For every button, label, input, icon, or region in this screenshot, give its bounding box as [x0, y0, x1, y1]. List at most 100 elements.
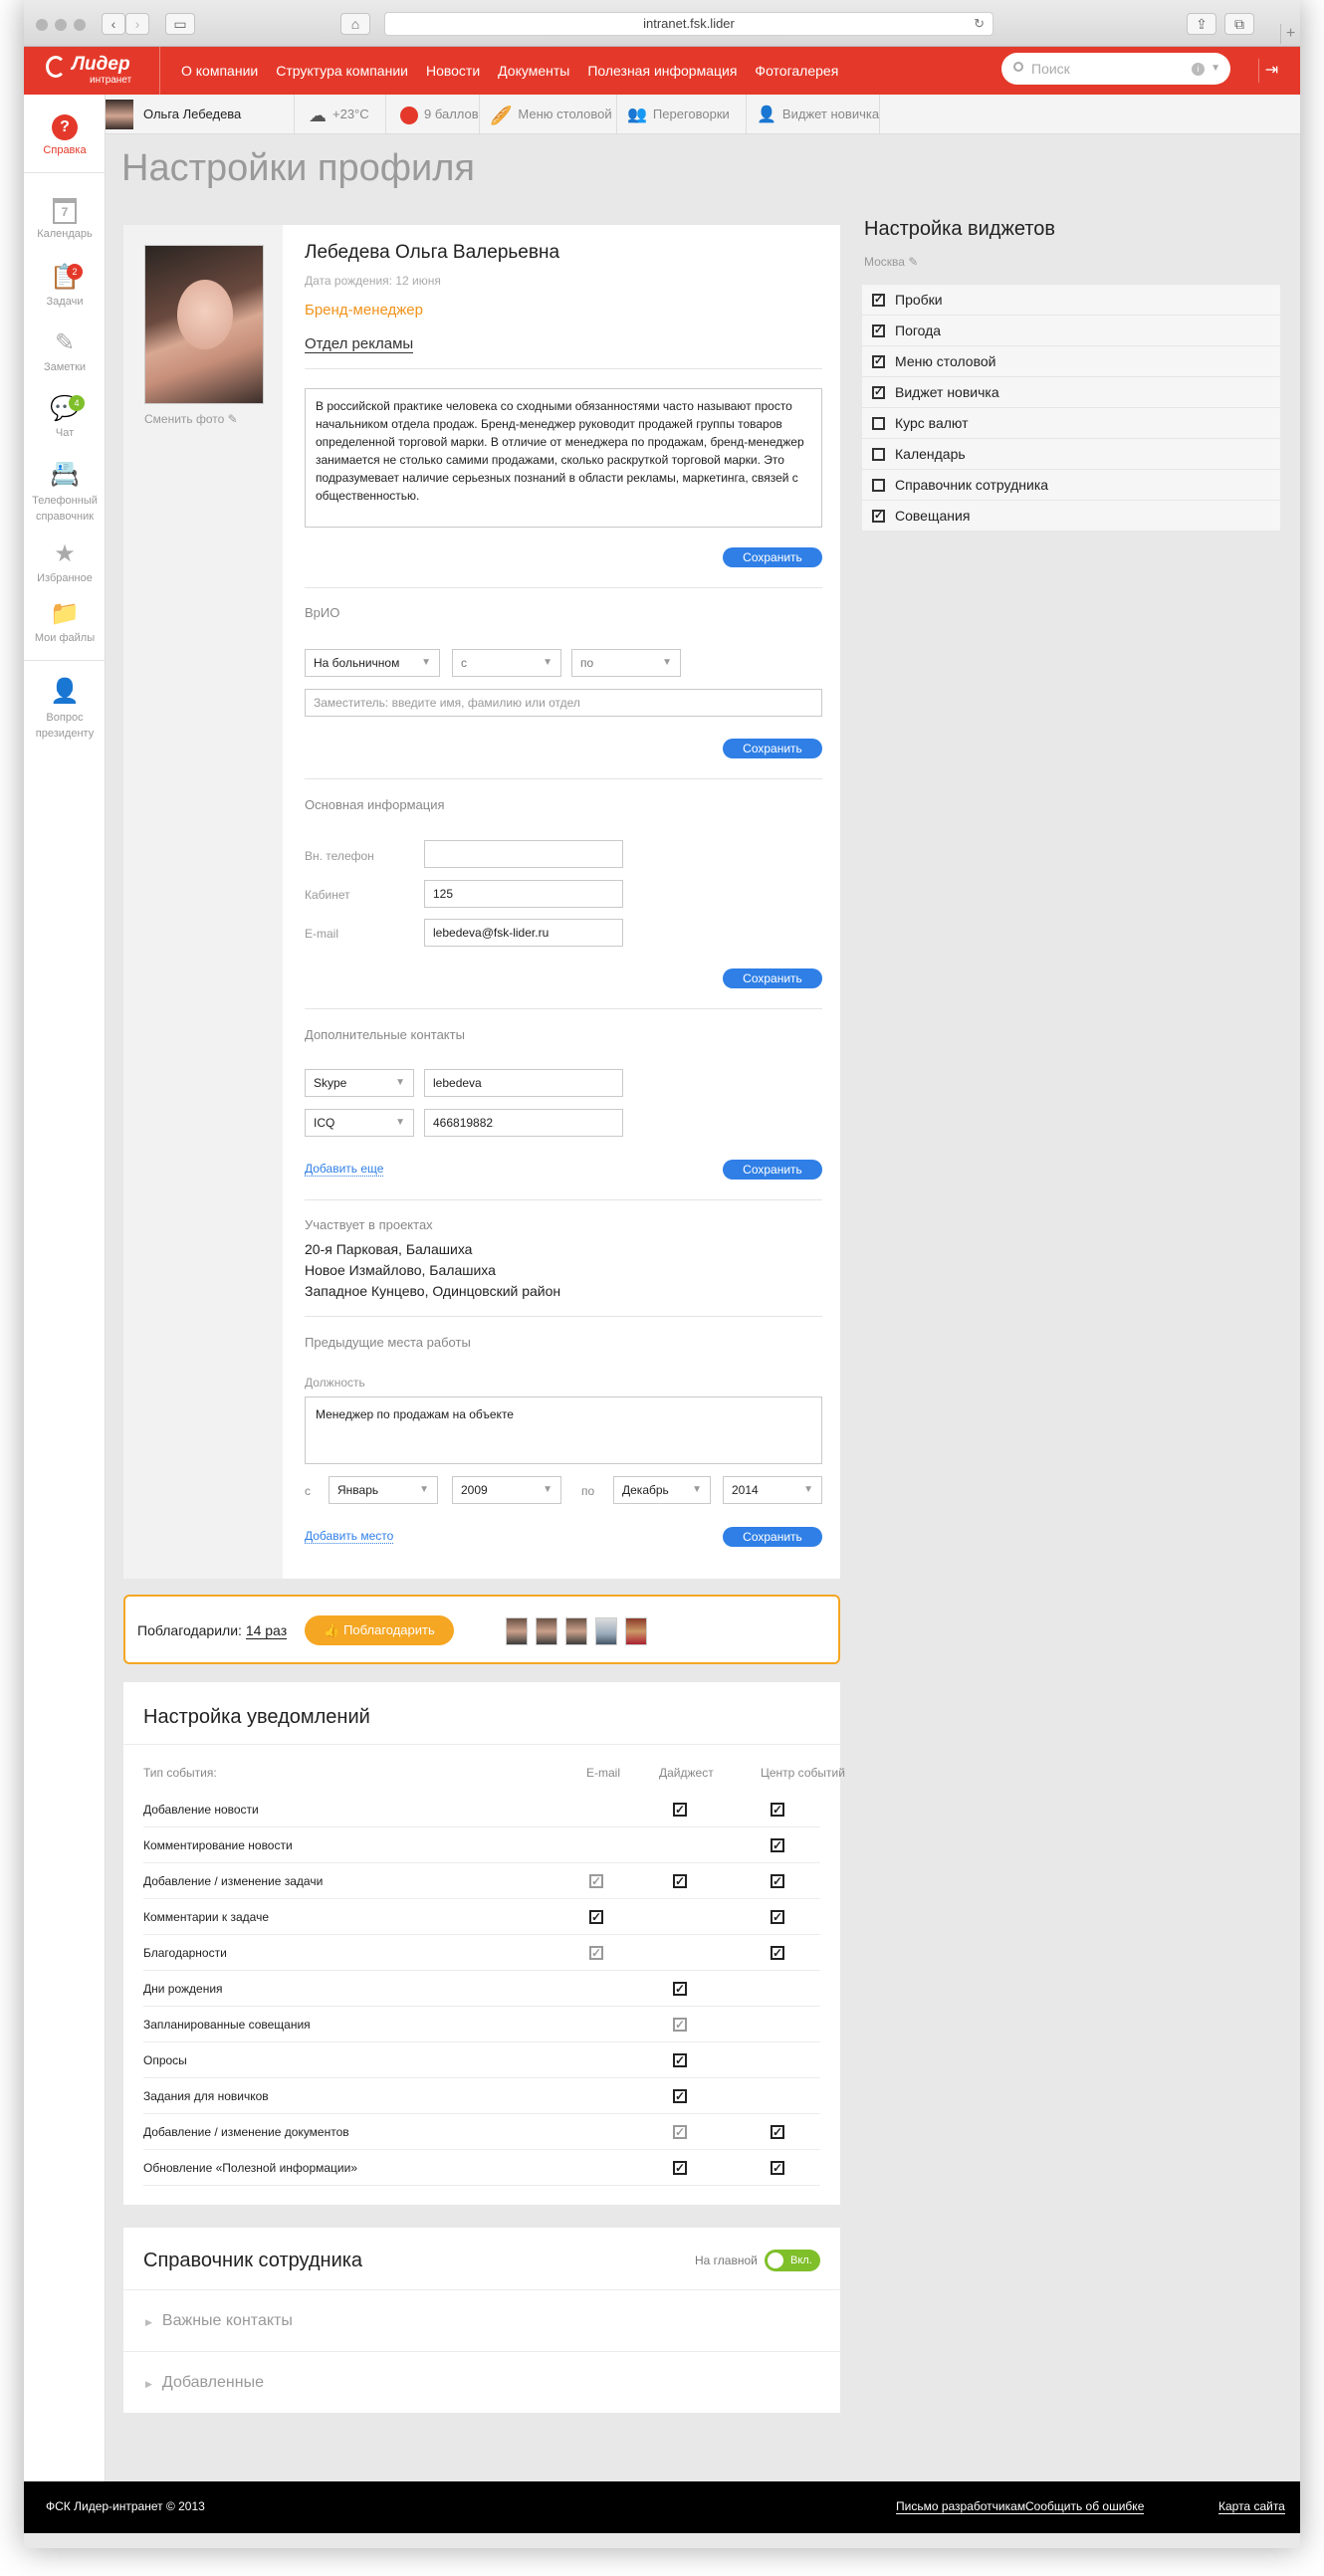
checkbox-icon[interactable]	[872, 478, 885, 492]
save-basic-button[interactable]: Сохранить	[723, 968, 822, 988]
widget-item[interactable]: Справочник сотрудника	[862, 470, 1280, 501]
email-input[interactable]: lebedeva@fsk-lider.ru	[424, 919, 623, 947]
role-textarea[interactable]: Менеджер по продажам на объекте	[305, 1396, 822, 1464]
window-zoom-dot[interactable]	[74, 19, 86, 31]
nav-item-gallery[interactable]: Фотогалерея	[755, 63, 838, 79]
department[interactable]: Отдел рекламы	[305, 335, 414, 353]
window-close-dot[interactable]	[36, 19, 48, 31]
checkbox-icon[interactable]	[872, 323, 885, 337]
digest-checkbox-icon[interactable]: ✓	[673, 2018, 687, 2032]
center-checkbox-icon[interactable]: ✓	[771, 2125, 784, 2139]
digest-checkbox-icon[interactable]: ✓	[673, 1874, 687, 1888]
project-item[interactable]: Новое Измайлово, Балашиха	[305, 1260, 496, 1281]
sidebar-item-tasks[interactable]: 📋 2 Задачи	[24, 264, 106, 308]
save-contacts-button[interactable]: Сохранить	[723, 1160, 822, 1180]
status-weather[interactable]: ☁ +23°C	[295, 95, 386, 134]
widgets-city[interactable]: Москва ✎	[864, 255, 918, 269]
nav-item-company[interactable]: О компании	[181, 63, 258, 79]
widget-item[interactable]: Виджет новичка	[862, 377, 1280, 408]
tabs-icon[interactable]: ⧉	[1224, 13, 1254, 35]
status-newbie[interactable]: 👤 Виджет новичка	[747, 95, 880, 134]
save-vrio-button[interactable]: Сохранить	[723, 739, 822, 758]
digest-checkbox-icon[interactable]: ✓	[673, 2125, 687, 2139]
sidebar-item-phonebook[interactable]: 📇 Телефонный справочник	[24, 461, 106, 525]
status-points[interactable]: 9 баллов	[386, 95, 480, 134]
chevron-down-icon[interactable]: ▼	[1211, 53, 1220, 85]
sidebar-item-files[interactable]: 📁 Мои файлы	[24, 600, 106, 644]
logout-icon[interactable]: ⇥	[1258, 59, 1284, 83]
widget-item[interactable]: Меню столовой	[862, 346, 1280, 377]
save-prevjobs-button[interactable]: Сохранить	[723, 1527, 822, 1547]
from-year-select[interactable]: 2009 ▼	[452, 1476, 561, 1504]
digest-checkbox-icon[interactable]: ✓	[673, 2161, 687, 2175]
sidebar-item-favorites[interactable]: ★ Избранное	[24, 540, 106, 584]
footer-link-sitemap[interactable]: Карта сайта	[1218, 2499, 1285, 2514]
status-user[interactable]: Ольга Лебедева	[106, 95, 295, 134]
sidebar-item-help[interactable]: ? Справка	[24, 114, 106, 156]
address-bar[interactable]: intranet.fsk.lider ↻	[384, 12, 993, 36]
nav-item-useful-info[interactable]: Полезная информация	[587, 63, 737, 79]
profile-photo[interactable]	[144, 245, 264, 404]
share-icon[interactable]: ⇪	[1187, 13, 1216, 35]
deputy-input[interactable]: Заместитель: введите имя, фамилию или от…	[305, 689, 822, 717]
avatar[interactable]	[565, 1617, 587, 1645]
nav-item-news[interactable]: Новости	[426, 63, 480, 79]
about-textarea[interactable]: В российской практике человека со сходны…	[305, 388, 822, 528]
brand-logo[interactable]: Лидер интранет	[46, 54, 131, 86]
vrio-to-select[interactable]: по ▼	[571, 649, 681, 677]
vrio-from-select[interactable]: с ▼	[452, 649, 561, 677]
to-year-select[interactable]: 2014 ▼	[723, 1476, 822, 1504]
status-meetings[interactable]: 👥 Переговорки	[617, 95, 747, 134]
new-tab-icon[interactable]: +	[1280, 24, 1300, 44]
widget-item[interactable]: Календарь	[862, 439, 1280, 470]
email-checkbox-icon[interactable]: ✓	[589, 1946, 603, 1960]
window-minimize-dot[interactable]	[55, 19, 67, 31]
footer-link-report-bug[interactable]: Сообщить об ошибке	[1025, 2499, 1145, 2514]
sidebar-item-calendar[interactable]: 7 Календарь	[24, 198, 106, 240]
on-main-toggle[interactable]: Вкл.	[765, 2250, 820, 2271]
to-month-select[interactable]: Декабрь ▼	[613, 1476, 711, 1504]
project-item[interactable]: 20-я Парковая, Балашиха	[305, 1239, 472, 1260]
email-checkbox-icon[interactable]: ✓	[589, 1910, 603, 1924]
add-place-link[interactable]: Добавить место	[305, 1529, 394, 1544]
from-month-select[interactable]: Январь ▼	[329, 1476, 438, 1504]
digest-checkbox-icon[interactable]: ✓	[673, 1982, 687, 1996]
digest-checkbox-icon[interactable]: ✓	[673, 2053, 687, 2067]
avatar[interactable]	[595, 1617, 617, 1645]
change-photo-link[interactable]: Сменить фото ✎	[144, 412, 238, 426]
checkbox-icon[interactable]	[872, 385, 885, 399]
footer-link-developers[interactable]: Письмо разработчикам	[896, 2499, 1026, 2514]
directory-section-important[interactable]: ▶ Важные контакты	[123, 2289, 840, 2351]
checkbox-icon[interactable]	[872, 509, 885, 523]
forward-icon[interactable]: ›	[125, 13, 149, 35]
info-icon[interactable]: i	[1192, 63, 1205, 76]
directory-section-added[interactable]: ▶ Добавленные	[123, 2351, 840, 2413]
center-checkbox-icon[interactable]: ✓	[771, 1803, 784, 1817]
center-checkbox-icon[interactable]: ✓	[771, 1946, 784, 1960]
home-icon[interactable]: ⌂	[340, 13, 370, 35]
office-input[interactable]: 125	[424, 880, 623, 908]
widget-item[interactable]: Курс валют	[862, 408, 1280, 439]
nav-item-structure[interactable]: Структура компании	[276, 63, 408, 79]
widget-item[interactable]: Пробки	[862, 285, 1280, 316]
checkbox-icon[interactable]	[872, 447, 885, 461]
widget-item[interactable]: Погода	[862, 316, 1280, 346]
avatar[interactable]	[506, 1617, 528, 1645]
digest-checkbox-icon[interactable]: ✓	[673, 1803, 687, 1817]
checkbox-icon[interactable]	[872, 354, 885, 368]
nav-item-documents[interactable]: Документы	[498, 63, 569, 79]
sidebar-item-president[interactable]: 👤 Вопрос президенту	[24, 678, 106, 742]
back-icon[interactable]: ‹	[102, 13, 125, 35]
thank-button[interactable]: 👍 Поблагодарить	[305, 1615, 454, 1645]
contact-value-input[interactable]: 466819882	[424, 1109, 623, 1137]
sidebar-item-chat[interactable]: 💬 4 Чат	[24, 395, 106, 439]
reload-icon[interactable]: ↻	[974, 13, 985, 35]
avatar[interactable]	[536, 1617, 557, 1645]
search-input[interactable]: Поиск i ▼	[1001, 53, 1230, 85]
phone-input[interactable]	[424, 840, 623, 868]
center-checkbox-icon[interactable]: ✓	[771, 1910, 784, 1924]
add-contact-link[interactable]: Добавить еще	[305, 1162, 384, 1177]
sidebar-item-notes[interactable]: ✎ Заметки	[24, 329, 106, 373]
avatar[interactable]	[625, 1617, 647, 1645]
sidebar-toggle-icon[interactable]: ▭	[165, 13, 195, 35]
